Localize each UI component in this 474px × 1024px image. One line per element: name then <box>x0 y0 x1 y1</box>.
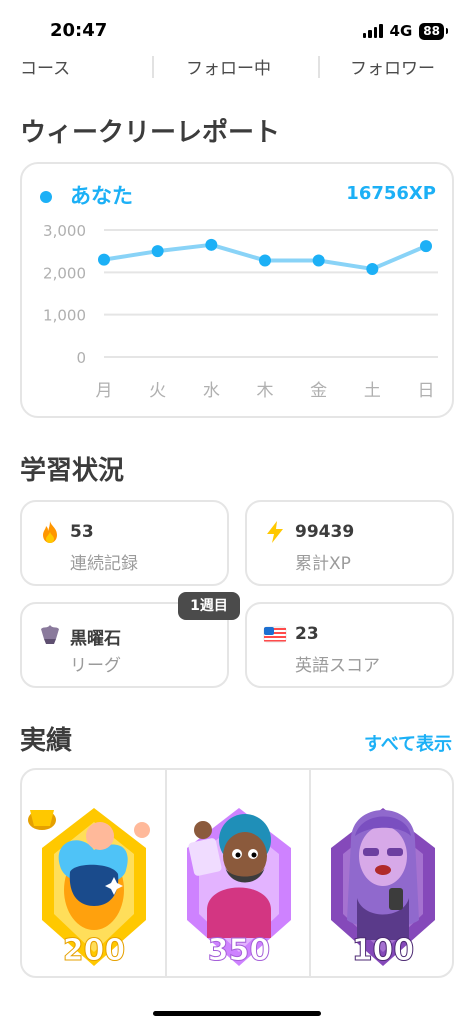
streak-value: 53 <box>70 522 94 542</box>
stat-card-total-xp[interactable]: 99439 累計XP <box>245 500 454 586</box>
lightning-icon <box>267 521 283 543</box>
network-type: 4G <box>389 22 413 40</box>
weekly-line-chart: 3,000 2,000 1,000 0月 火 水 木 金 土 日 <box>43 222 438 401</box>
y-tick-label: 2,000 <box>43 264 86 282</box>
y-tick-label: 3,000 <box>43 222 86 240</box>
us-flag-icon <box>263 626 287 643</box>
english-score-label: 英語スコア <box>295 656 380 676</box>
streak-label: 連続記録 <box>70 554 138 574</box>
achievements-card: 200 350 100 <box>20 768 454 978</box>
profile-tabs: コース フォロー中 フォロワー <box>0 52 474 82</box>
weekly-report-card: あなた 16756XP 3,000 2,000 1,000 0 月火水木金土日 <box>20 162 454 418</box>
y-tick-label: 1,000 <box>43 307 86 325</box>
status-indicators: 4G 88 <box>362 22 448 40</box>
data-point <box>420 240 432 253</box>
flame-icon <box>43 521 57 543</box>
x-tick-label: 日 <box>418 381 435 401</box>
total-xp-value: 99439 <box>295 522 355 542</box>
tab-courses[interactable]: コース <box>20 54 70 79</box>
achievement-count: 100 <box>351 933 415 969</box>
data-point <box>312 254 325 267</box>
x-tick-label: 火 <box>149 381 166 401</box>
x-tick-label: 土 <box>364 381 381 401</box>
x-tick-label: 水 <box>203 381 220 401</box>
battery-icon: 88 <box>419 22 448 40</box>
signal-icon <box>362 24 383 38</box>
achievement-item[interactable]: 100 <box>311 770 452 976</box>
tab-divider <box>152 56 154 78</box>
english-score-value: 23 <box>295 624 319 644</box>
total-xp-label: 累計XP <box>295 554 351 574</box>
x-tick-label: 月 <box>96 381 113 401</box>
data-point <box>259 254 271 267</box>
league-value: 黒曜石 <box>70 629 121 649</box>
achievement-count: 350 <box>207 933 271 969</box>
data-point <box>366 262 379 275</box>
data-point <box>151 245 164 258</box>
league-week-badge: 1週目 <box>178 592 240 620</box>
data-point <box>205 238 218 251</box>
y-tick-label: 0 <box>76 349 86 367</box>
achievements-title: 実績 <box>20 726 73 756</box>
obsidian-league-icon <box>41 625 59 644</box>
status-time: 20:47 <box>50 20 108 41</box>
league-label: リーグ <box>70 656 121 676</box>
tab-following[interactable]: フォロー中 <box>186 54 271 79</box>
see-all-link[interactable]: すべて表示 <box>364 730 452 756</box>
learning-status-title: 学習状況 <box>20 456 125 486</box>
achievement-item[interactable]: 200 <box>22 770 166 976</box>
weekly-report-title: ウィークリーレポート <box>20 118 281 148</box>
status-bar: 20:47 4G 88 <box>0 0 474 58</box>
data-point <box>98 253 110 266</box>
tab-followers[interactable]: フォロワー <box>350 54 435 79</box>
achievement-item[interactable]: 350 <box>167 770 311 976</box>
stat-card-streak[interactable]: 53 連続記録 <box>20 500 229 586</box>
x-tick-label: 木 <box>257 381 274 401</box>
home-indicator <box>153 1011 321 1016</box>
stat-card-english-score[interactable]: 23 英語スコア <box>245 602 454 688</box>
x-tick-label: 金 <box>310 381 327 401</box>
achievement-count: 200 <box>62 933 126 969</box>
tab-divider <box>318 56 320 78</box>
